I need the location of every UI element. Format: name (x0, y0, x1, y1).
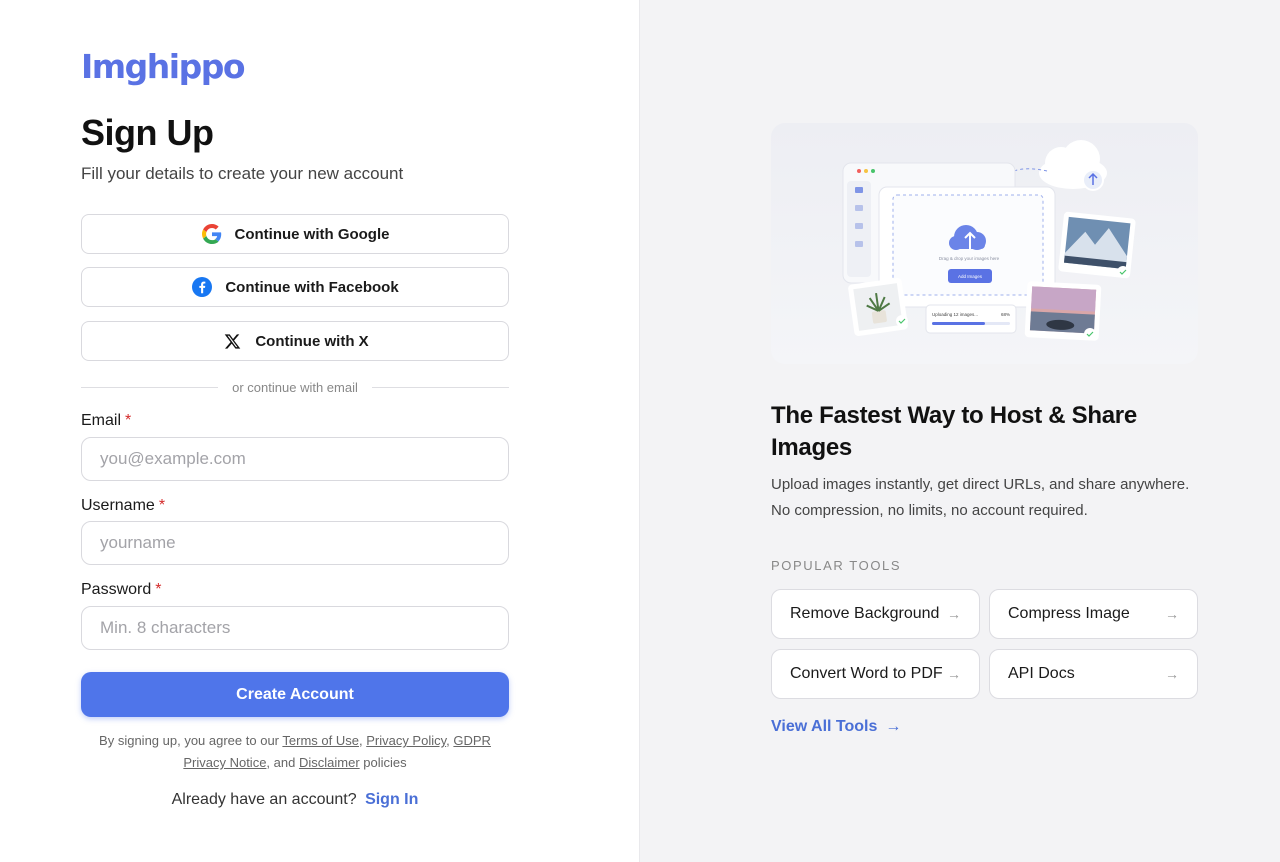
divider-line (371, 386, 510, 388)
tool-api-docs[interactable]: API Docs → (989, 649, 1198, 699)
promo-description: Upload images instantly, get direct URLs… (771, 476, 1190, 519)
view-all-tools-link[interactable]: View All Tools → (771, 718, 901, 736)
arrow-right-icon: → (1165, 606, 1179, 622)
arrow-right-icon: → (1165, 666, 1179, 682)
email-divider: or continue with email (81, 378, 510, 396)
hero-upload-text: Uploading 12 images... (932, 312, 978, 317)
tool-label: Remove Background (790, 605, 940, 622)
google-icon (201, 223, 223, 245)
continue-with-x-button[interactable]: Continue with X (81, 321, 509, 361)
tool-label: Convert Word to PDF (790, 665, 943, 682)
hero-add-button: Add Images (958, 274, 983, 279)
legal-prefix: By signing up, you agree to our (99, 733, 279, 748)
promo-title: The Fastest Way to Host & Share Images (771, 402, 1137, 461)
facebook-button-label: Continue with Facebook (225, 278, 399, 296)
create-account-button[interactable]: Create Account (81, 672, 509, 717)
email-label: Email * (81, 412, 131, 430)
signin-row: Already have an account? Sign In (81, 791, 509, 809)
signup-panel: Imghippo Sign Up Fill your details to cr… (0, 0, 640, 862)
privacy-policy-link[interactable]: Privacy Policy (366, 733, 446, 748)
password-field[interactable] (81, 606, 509, 650)
tool-compress-image[interactable]: Compress Image → (989, 589, 1198, 639)
x-icon (221, 330, 243, 352)
sign-in-link[interactable]: Sign In (365, 791, 418, 808)
page-subtitle: Fill your details to create your new acc… (81, 164, 404, 183)
required-mark: * (125, 412, 132, 429)
tool-label: API Docs (1008, 665, 1075, 682)
disclaimer-link[interactable]: Disclaimer (299, 755, 360, 770)
continue-with-facebook-button[interactable]: Continue with Facebook (81, 267, 509, 307)
continue-with-google-button[interactable]: Continue with Google (81, 214, 509, 254)
mountain-photo (1058, 211, 1136, 279)
popular-tools-heading: POPULAR TOOLS (771, 558, 902, 573)
terms-link[interactable]: Terms of Use (282, 733, 359, 748)
arrow-right-icon: → (885, 718, 902, 735)
password-label-text: Password (81, 581, 152, 598)
x-button-label: Continue with X (255, 332, 369, 350)
username-field[interactable] (81, 521, 509, 565)
hero-illustration: Drag & drop your images here Add Images (771, 123, 1198, 364)
google-button-label: Continue with Google (234, 225, 390, 243)
username-label: Username * (81, 497, 165, 515)
brand-logo[interactable]: Imghippo (81, 47, 246, 86)
hero-caption: Drag & drop your images here (939, 256, 1000, 261)
plant-photo (848, 278, 908, 336)
upload-progress-card: Uploading 12 images... 68% (925, 304, 1017, 334)
divider-text: or continue with email (232, 379, 358, 395)
signin-prompt: Already have an account? (171, 791, 357, 808)
required-mark: * (155, 581, 162, 598)
hero-upload-percent: 68% (1001, 312, 1010, 317)
required-mark: * (158, 497, 166, 514)
divider-line (81, 386, 219, 388)
arrow-right-icon: → (947, 606, 961, 622)
sunset-photo (1024, 281, 1102, 341)
legal-suffix: policies (363, 755, 407, 770)
legal-and: and (273, 755, 296, 770)
view-all-label: View All Tools (771, 718, 878, 735)
tool-convert-word-to-pdf[interactable]: Convert Word to PDF → (771, 649, 980, 699)
page-title: Sign Up (81, 112, 214, 153)
tool-label: Compress Image (1008, 605, 1130, 622)
legal-notice: By signing up, you agree to our Terms of… (99, 733, 491, 770)
email-field[interactable] (81, 437, 509, 481)
username-label-text: Username (81, 497, 155, 514)
password-label: Password * (81, 581, 161, 599)
arrow-right-icon: → (947, 666, 961, 682)
facebook-icon (191, 276, 213, 298)
upload-progress-fill (932, 322, 985, 325)
tool-remove-background[interactable]: Remove Background → (771, 589, 980, 639)
email-label-text: Email (81, 412, 122, 429)
